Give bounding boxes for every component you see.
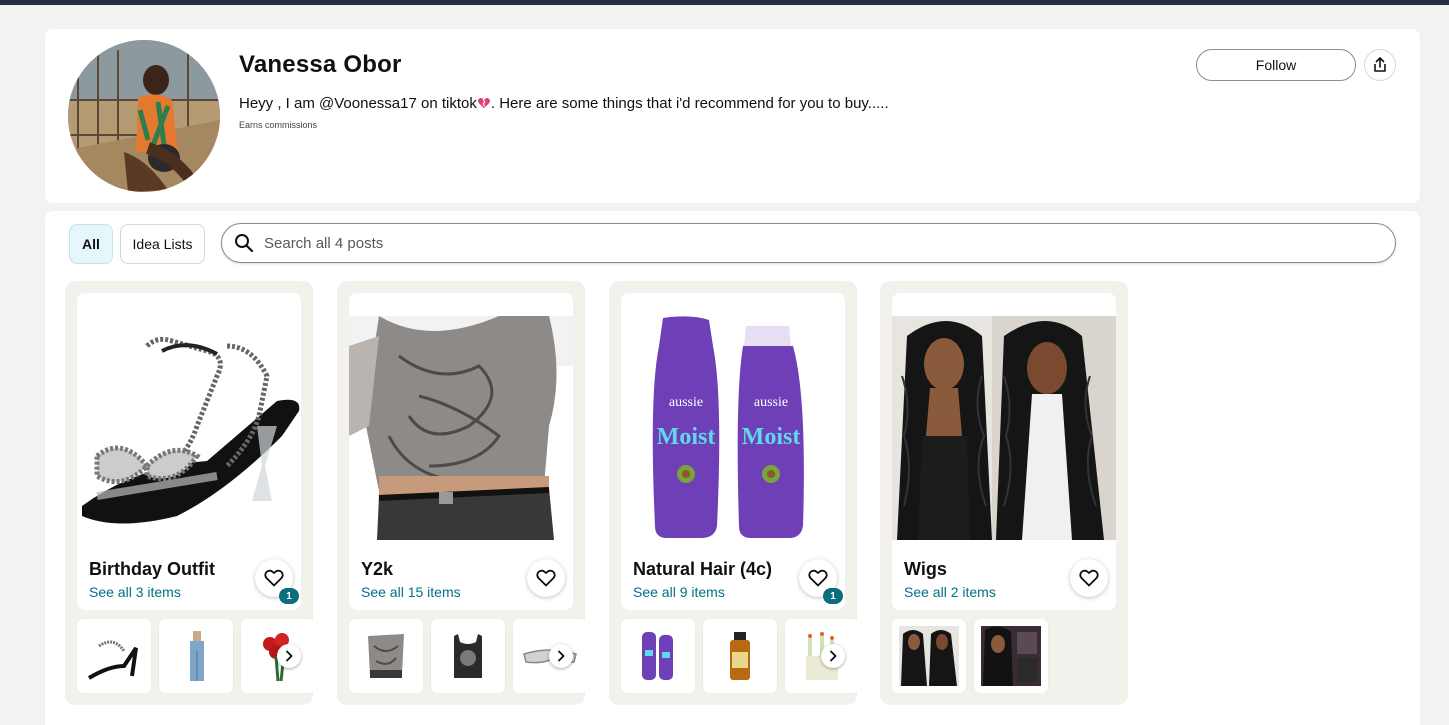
item-thumbnail[interactable] bbox=[431, 619, 505, 693]
avatar[interactable] bbox=[68, 40, 220, 192]
next-thumbnails-button[interactable] bbox=[821, 644, 845, 668]
like-button[interactable] bbox=[1070, 559, 1108, 597]
post-title[interactable]: Natural Hair (4c) bbox=[633, 559, 772, 580]
post-image[interactable] bbox=[349, 316, 573, 540]
search-input[interactable] bbox=[264, 234, 1364, 252]
heart-icon bbox=[264, 569, 284, 587]
item-thumbnail[interactable] bbox=[621, 619, 695, 693]
like-count-badge: 1 bbox=[823, 588, 843, 604]
chevron-right-icon bbox=[830, 650, 837, 662]
post-image[interactable] bbox=[892, 316, 1116, 540]
item-thumbnails bbox=[621, 619, 857, 693]
item-thumbnail[interactable] bbox=[703, 619, 777, 693]
svg-text:aussie: aussie bbox=[669, 395, 703, 410]
see-all-items-link[interactable]: See all 3 items bbox=[89, 584, 181, 600]
heart-icon bbox=[1079, 569, 1099, 587]
post-main[interactable]: aussie aussie Moist Moist Natural Hair (… bbox=[621, 293, 845, 610]
post-main[interactable]: Y2k See all 15 items bbox=[349, 293, 573, 610]
search-icon bbox=[235, 234, 254, 253]
post-card-wigs[interactable]: Wigs See all 2 items bbox=[880, 281, 1128, 705]
heart-icon bbox=[808, 569, 828, 587]
post-card-natural-hair[interactable]: aussie aussie Moist Moist Natural Hair (… bbox=[609, 281, 857, 705]
search-bar[interactable] bbox=[221, 223, 1396, 263]
item-thumbnails bbox=[349, 619, 585, 693]
profile-bio: Heyy , I am @Voonessa17 on tiktok . Here … bbox=[239, 95, 889, 112]
post-card-birthday-outfit[interactable]: Birthday Outfit See all 3 items 1 bbox=[65, 281, 313, 705]
item-thumbnail[interactable] bbox=[349, 619, 423, 693]
chevron-right-icon bbox=[286, 650, 293, 662]
post-main[interactable]: Wigs See all 2 items bbox=[892, 293, 1116, 610]
item-thumbnail[interactable] bbox=[974, 619, 1048, 693]
next-thumbnails-button[interactable] bbox=[549, 644, 573, 668]
post-main[interactable]: Birthday Outfit See all 3 items 1 bbox=[77, 293, 301, 610]
like-button[interactable] bbox=[527, 559, 565, 597]
tab-idea-lists[interactable]: Idea Lists bbox=[120, 224, 205, 264]
earns-commissions-label: Earns commissions bbox=[239, 120, 318, 130]
next-thumbnails-button[interactable] bbox=[277, 644, 301, 668]
post-title[interactable]: Wigs bbox=[904, 559, 947, 580]
post-image[interactable]: aussie aussie Moist Moist bbox=[621, 316, 845, 540]
tab-all[interactable]: All bbox=[69, 224, 113, 264]
posts-section: All Idea Lists Birthday Outfit bbox=[45, 211, 1420, 725]
post-card-y2k[interactable]: Y2k See all 15 items bbox=[337, 281, 585, 705]
follow-button[interactable]: Follow bbox=[1196, 49, 1356, 81]
item-thumbnails bbox=[77, 619, 313, 693]
post-title[interactable]: Y2k bbox=[361, 559, 393, 580]
profile-name: Vanessa Obor bbox=[239, 51, 402, 78]
top-bar bbox=[0, 0, 1449, 5]
heart-icon bbox=[536, 569, 556, 587]
post-title[interactable]: Birthday Outfit bbox=[89, 559, 215, 580]
share-button[interactable] bbox=[1364, 49, 1396, 81]
item-thumbnail[interactable] bbox=[892, 619, 966, 693]
item-thumbnails bbox=[892, 619, 1128, 693]
svg-text:aussie: aussie bbox=[754, 395, 788, 410]
see-all-items-link[interactable]: See all 2 items bbox=[904, 584, 996, 600]
share-icon bbox=[1374, 57, 1386, 72]
profile-card: Vanessa Obor Heyy , I am @Voonessa17 on … bbox=[45, 29, 1420, 203]
bio-text-end: . Here are some things that i'd recommen… bbox=[490, 95, 889, 112]
post-image[interactable] bbox=[77, 316, 301, 540]
svg-text:Moist: Moist bbox=[742, 424, 801, 450]
like-count-badge: 1 bbox=[279, 588, 299, 604]
see-all-items-link[interactable]: See all 15 items bbox=[361, 584, 461, 600]
svg-text:Moist: Moist bbox=[657, 424, 716, 450]
item-thumbnail[interactable] bbox=[159, 619, 233, 693]
see-all-items-link[interactable]: See all 9 items bbox=[633, 584, 725, 600]
bio-text-start: Heyy , I am @Voonessa17 on tiktok bbox=[239, 95, 477, 112]
heart-emoji-icon bbox=[477, 97, 490, 109]
item-thumbnail[interactable] bbox=[77, 619, 151, 693]
chevron-right-icon bbox=[558, 650, 565, 662]
